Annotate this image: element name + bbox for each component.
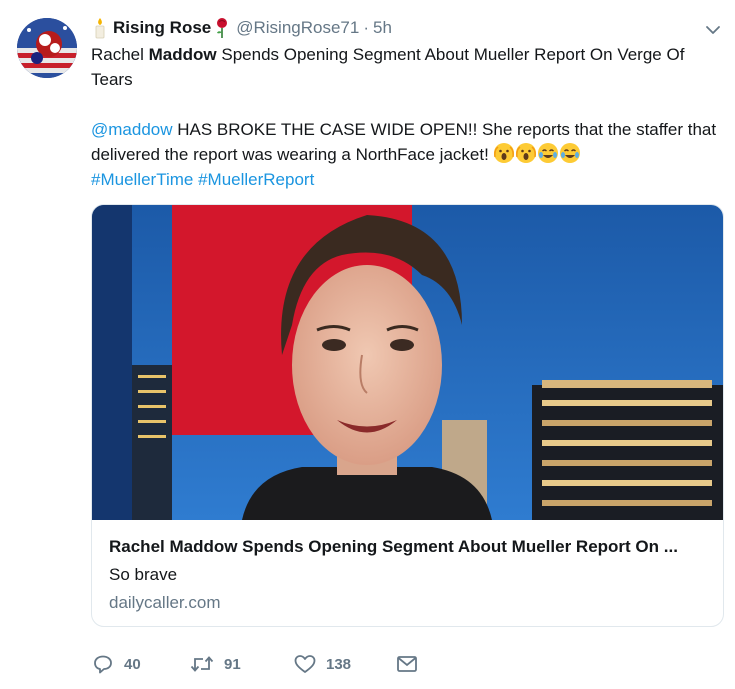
chevron-down-icon[interactable] (705, 24, 721, 36)
header-separator: · (363, 18, 370, 37)
tweet-body: @maddow HAS BROKE THE CASE WIDE OPEN!! S… (91, 120, 717, 164)
scream-face-emoji (493, 143, 514, 163)
heart-icon (294, 655, 316, 673)
card-description: So brave (109, 565, 178, 584)
user-handle[interactable]: @RisingRose71 (236, 18, 359, 38)
direct-message-button[interactable] (396, 655, 428, 673)
tweet-hashtags: #MuellerTime #MuellerReport (91, 167, 721, 192)
card-domain: dailycaller.com (109, 593, 221, 612)
hashtag-link[interactable]: #MuellerReport (198, 170, 314, 189)
tweet-headline: Rachel Maddow Spends Opening Segment Abo… (91, 45, 685, 89)
retweet-button[interactable]: 91 (190, 654, 294, 674)
reply-button[interactable]: 40 (92, 654, 190, 674)
card-body: Rachel Maddow Spends Opening Segment Abo… (109, 535, 709, 615)
display-name[interactable]: Rising Rose (113, 18, 211, 38)
tweet-actions: 40 91 138 (92, 652, 428, 676)
hashtag-link[interactable]: #MuellerTime (91, 170, 193, 189)
card-title: Rachel Maddow Spends Opening Segment Abo… (109, 537, 678, 556)
tears-of-joy-emoji (537, 143, 558, 163)
tweet: Rising Rose @RisingRose71 · 5h Rachel Ma… (0, 0, 735, 689)
retweet-count: 91 (224, 655, 241, 673)
reply-icon (94, 655, 112, 674)
headline-bold: Maddow (148, 45, 217, 64)
tweet-timestamp[interactable]: 5h (373, 18, 392, 38)
reply-count: 40 (124, 655, 141, 673)
card-image (92, 205, 723, 520)
rose-icon (217, 18, 228, 38)
like-count: 138 (326, 655, 352, 673)
link-preview-card[interactable]: Rachel Maddow Spends Opening Segment Abo… (91, 204, 724, 627)
envelope-icon (397, 656, 417, 672)
avatar[interactable] (17, 18, 77, 78)
tweet-header: Rising Rose @RisingRose71 · 5h (93, 16, 392, 40)
tears-of-joy-emoji (559, 143, 580, 163)
tweet-text: Rachel Maddow Spends Opening Segment Abo… (91, 42, 721, 192)
scream-face-emoji (515, 143, 536, 163)
mention-link[interactable]: @maddow (91, 120, 173, 139)
candle-icon (95, 18, 105, 39)
retweet-icon (190, 656, 214, 672)
like-button[interactable]: 138 (294, 654, 396, 674)
